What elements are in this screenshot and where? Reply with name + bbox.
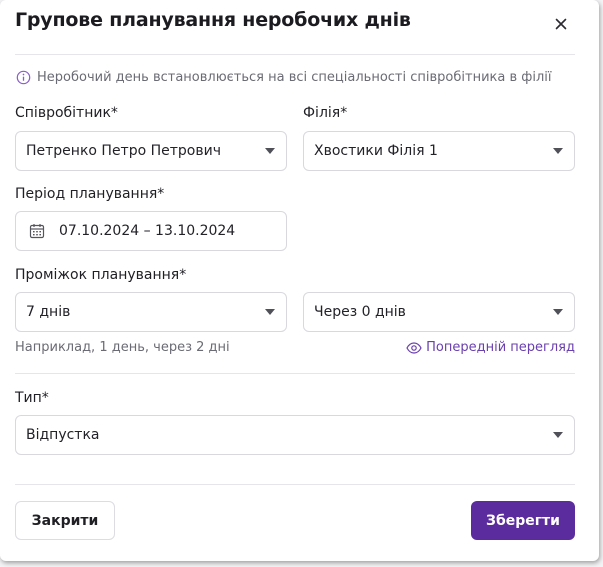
interval-hint: Наприклад, 1 день, через 2 дні xyxy=(15,340,230,355)
employee-select[interactable]: Петренко Петро Петрович xyxy=(15,131,287,171)
interval-duration-value: 7 днів xyxy=(26,304,71,320)
footer-divider xyxy=(15,484,575,485)
interval-label: Проміжок планування* xyxy=(15,267,187,283)
chevron-down-icon xyxy=(553,309,563,315)
info-icon xyxy=(16,70,31,85)
info-text: Неробочий день встановлюється на всі спе… xyxy=(37,70,552,85)
dialog-title: Групове планування неробочих днів xyxy=(15,9,411,31)
save-button[interactable]: Зберегти xyxy=(471,501,575,540)
calendar-icon xyxy=(29,224,45,239)
chevron-down-icon xyxy=(553,148,563,154)
eye-icon xyxy=(406,341,422,354)
close-dialog-button[interactable] xyxy=(549,12,573,36)
interval-gap-value: Через 0 днів xyxy=(314,304,406,320)
employee-value: Петренко Петро Петрович xyxy=(26,143,221,159)
type-label: Тип* xyxy=(15,390,49,406)
period-label: Період планування* xyxy=(15,186,165,202)
chevron-down-icon xyxy=(553,432,563,438)
header-divider xyxy=(15,54,575,55)
close-button[interactable]: Закрити xyxy=(15,501,115,540)
interval-gap-select[interactable]: Через 0 днів xyxy=(303,292,575,332)
preview-link[interactable]: Попередній перегляд xyxy=(406,340,575,355)
period-date-range-input[interactable]: 07.10.2024 – 13.10.2024 xyxy=(15,211,287,251)
branch-label: Філія* xyxy=(303,105,348,121)
section-divider xyxy=(15,373,575,374)
branch-select[interactable]: Хвостики Філія 1 xyxy=(303,131,575,171)
close-icon xyxy=(555,18,567,30)
type-value: Відпустка xyxy=(26,427,100,443)
period-value: 07.10.2024 – 13.10.2024 xyxy=(59,223,236,239)
info-notice: Неробочий день встановлюється на всі спе… xyxy=(16,70,552,85)
chevron-down-icon xyxy=(265,309,275,315)
chevron-down-icon xyxy=(265,148,275,154)
preview-label: Попередній перегляд xyxy=(426,340,575,355)
type-select[interactable]: Відпустка xyxy=(15,415,575,455)
branch-value: Хвостики Філія 1 xyxy=(314,143,438,159)
interval-duration-select[interactable]: 7 днів xyxy=(15,292,287,332)
employee-label: Співробітник* xyxy=(15,105,118,121)
planning-dialog: Групове планування неробочих днів Неробо… xyxy=(0,0,599,561)
